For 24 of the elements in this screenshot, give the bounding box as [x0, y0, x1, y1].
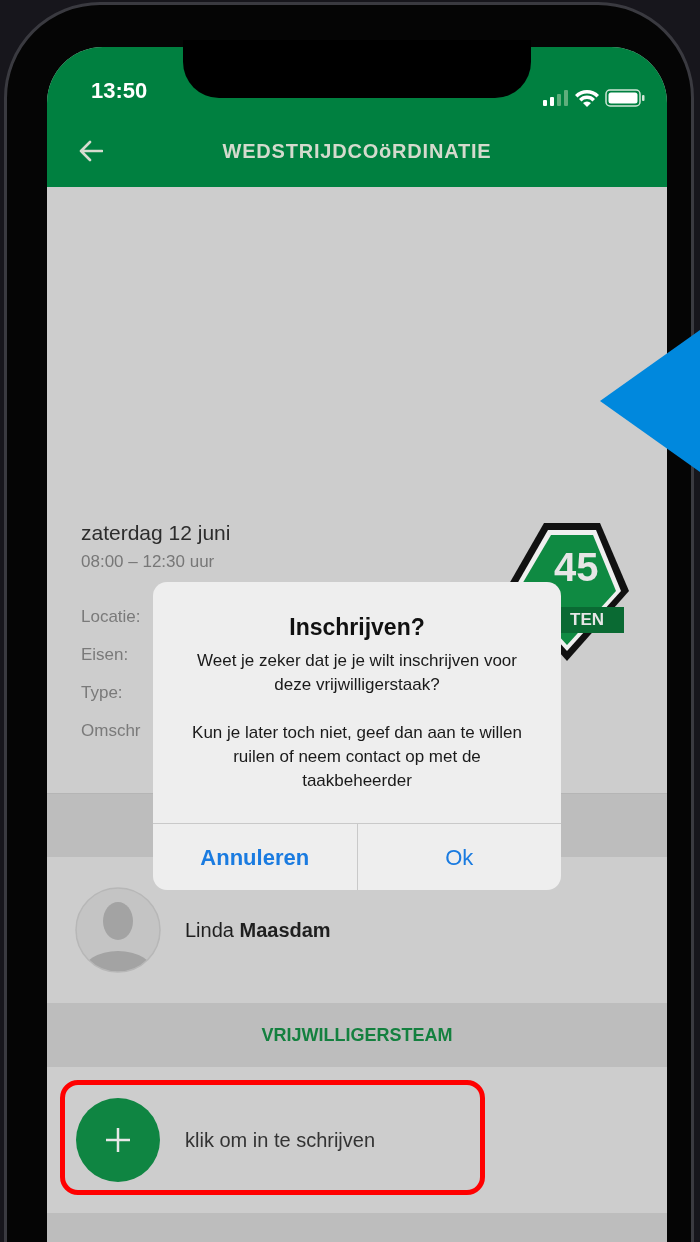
dialog-title: Inschrijven? — [289, 613, 425, 642]
dialog-message: Weet je zeker dat je je wilt inschrijven voor deze vrijwilligerstaak? — [196, 649, 518, 696]
contact-name: Linda Maasdam — [185, 918, 331, 943]
dialog-button[interactable]: Ok — [356, 824, 561, 890]
wifi-icon — [575, 89, 599, 107]
signal-icon — [543, 90, 569, 106]
status-time: 13:50 — [91, 77, 148, 105]
event-date: zaterdag 12 juni — [81, 520, 231, 546]
add-icon[interactable] — [75, 1097, 161, 1183]
detail-label: Locatie: — [81, 606, 141, 628]
back-arrow-icon[interactable] — [79, 140, 103, 162]
avatar-icon — [75, 887, 161, 973]
signup-link[interactable]: klik om in te schrijven — [185, 1125, 376, 1155]
detail-label: Eisen: — [81, 644, 129, 666]
dialog-message: Kun je later toch niet, geef dan aan te willen ruilen of neem contact op met de taakbeheerder — [191, 721, 523, 792]
detail-label: Omschr — [81, 720, 141, 742]
page-title: WEDSTRIJDCOöRDINATIE — [222, 139, 492, 164]
section-heading: VRIJWILLIGERSTEAM — [261, 1023, 453, 1047]
badge-number: 45 — [554, 547, 599, 587]
badge-ribbon-text: TEN — [570, 611, 604, 628]
detail-label: Type: — [81, 682, 123, 704]
battery-icon — [605, 89, 645, 107]
dialog-button[interactable]: Annuleren — [153, 824, 357, 890]
event-time: 08:00 – 12:30 uur — [81, 550, 216, 573]
